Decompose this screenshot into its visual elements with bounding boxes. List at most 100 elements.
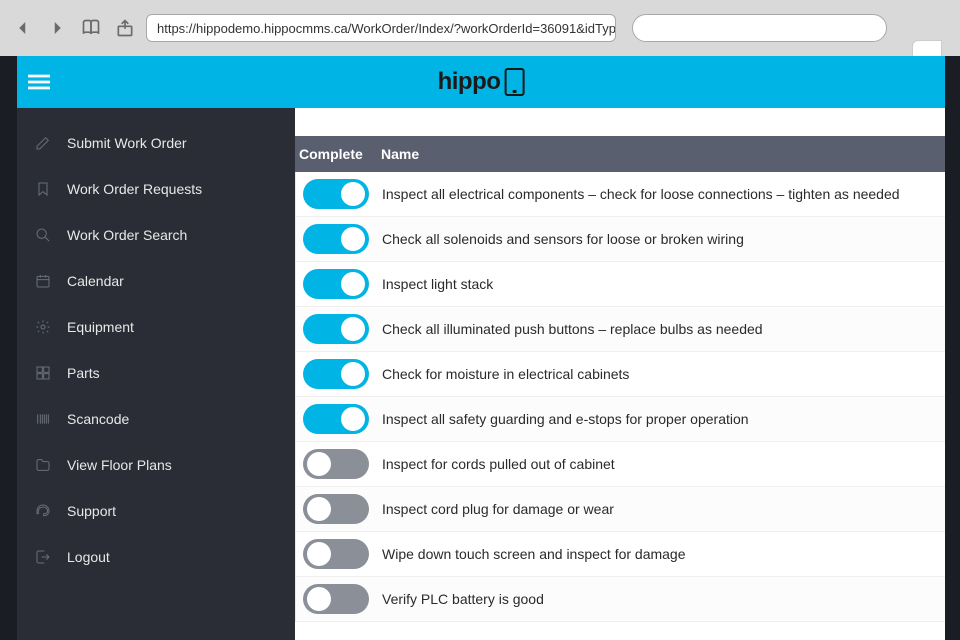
complete-toggle[interactable] [303, 404, 369, 434]
toggle-cell [296, 269, 376, 299]
logout-icon [33, 547, 53, 567]
complete-toggle[interactable] [303, 494, 369, 524]
hamburger-menu-button[interactable] [17, 56, 61, 108]
brand-logo: hippo [438, 68, 525, 96]
task-name: Inspect cord plug for damage or wear [376, 501, 945, 517]
brand-dot-icon [468, 64, 474, 70]
app-header: hippo [17, 56, 945, 108]
sidebar-item-search[interactable]: Work Order Search [17, 212, 295, 258]
toggle-cell [296, 314, 376, 344]
toggle-knob-icon [307, 542, 331, 566]
complete-toggle[interactable] [303, 539, 369, 569]
toggle-cell [296, 404, 376, 434]
column-header-name: Name [375, 146, 945, 162]
toggle-knob-icon [341, 227, 365, 251]
task-table: Complete Name Inspect all electrical com… [295, 136, 945, 622]
task-name: Check all solenoids and sensors for loos… [376, 231, 945, 247]
sidebar-item-gear[interactable]: Equipment [17, 304, 295, 350]
sidebar-item-label: Calendar [67, 273, 124, 289]
complete-toggle[interactable] [303, 359, 369, 389]
toggle-knob-icon [307, 587, 331, 611]
toggle-cell [296, 179, 376, 209]
table-header-row: Complete Name [295, 136, 945, 172]
sidebar-item-bookmark[interactable]: Work Order Requests [17, 166, 295, 212]
gear-icon [33, 317, 53, 337]
complete-toggle[interactable] [303, 449, 369, 479]
browser-toolbar: https://hippodemo.hippocmms.ca/WorkOrder… [0, 0, 960, 56]
toggle-knob-icon [341, 362, 365, 386]
complete-toggle[interactable] [303, 584, 369, 614]
table-row: Inspect cord plug for damage or wear [296, 487, 945, 532]
sidebar-item-parts[interactable]: Parts [17, 350, 295, 396]
table-row: Inspect all electrical components – chec… [296, 172, 945, 217]
table-row: Check for moisture in electrical cabinet… [296, 352, 945, 397]
toggle-knob-icon [341, 182, 365, 206]
toggle-cell [296, 224, 376, 254]
sidebar-item-folder[interactable]: View Floor Plans [17, 442, 295, 488]
table-row: Check all solenoids and sensors for loos… [296, 217, 945, 262]
table-row: Inspect light stack [296, 262, 945, 307]
toggle-cell [296, 449, 376, 479]
calendar-icon [33, 271, 53, 291]
complete-toggle[interactable] [303, 179, 369, 209]
url-text: https://hippodemo.hippocmms.ca/WorkOrder… [157, 21, 616, 36]
sidebar: Submit Work Order Work Order Requests Work… [17, 108, 295, 640]
toggle-knob-icon [341, 317, 365, 341]
column-header-complete: Complete [295, 146, 375, 162]
sidebar-item-label: Support [67, 503, 116, 519]
toggle-knob-icon [307, 452, 331, 476]
task-name: Check for moisture in electrical cabinet… [376, 366, 945, 382]
complete-toggle[interactable] [303, 224, 369, 254]
sidebar-item-barcode[interactable]: Scancode [17, 396, 295, 442]
table-row: Verify PLC battery is good [296, 577, 945, 622]
toggle-knob-icon [341, 272, 365, 296]
search-icon [33, 225, 53, 245]
brand-device-icon [504, 68, 524, 96]
table-row: Wipe down touch screen and inspect for d… [296, 532, 945, 577]
toggle-cell [296, 584, 376, 614]
sidebar-item-calendar[interactable]: Calendar [17, 258, 295, 304]
sidebar-item-label: Work Order Search [67, 227, 187, 243]
task-name: Inspect light stack [376, 276, 945, 292]
main-content: Complete Name Inspect all electrical com… [295, 108, 945, 640]
parts-icon [33, 363, 53, 383]
sidebar-item-label: Work Order Requests [67, 181, 202, 197]
sidebar-item-label: View Floor Plans [67, 457, 172, 473]
brand-name: hippo [438, 68, 501, 95]
sidebar-item-label: Logout [67, 549, 110, 565]
nav-back-icon[interactable] [10, 15, 36, 41]
toggle-knob-icon [307, 497, 331, 521]
support-icon [33, 501, 53, 521]
bookmark-icon [33, 179, 53, 199]
url-bar[interactable]: https://hippodemo.hippocmms.ca/WorkOrder… [146, 14, 616, 42]
share-icon[interactable] [112, 15, 138, 41]
sidebar-item-pencil[interactable]: Submit Work Order [17, 120, 295, 166]
sidebar-item-label: Submit Work Order [67, 135, 187, 151]
sidebar-item-label: Scancode [67, 411, 129, 427]
sidebar-item-label: Parts [67, 365, 100, 381]
bookmarks-icon[interactable] [78, 15, 104, 41]
nav-forward-icon[interactable] [44, 15, 70, 41]
toggle-knob-icon [341, 407, 365, 431]
browser-search-input[interactable] [632, 14, 887, 42]
barcode-icon [33, 409, 53, 429]
complete-toggle[interactable] [303, 269, 369, 299]
sidebar-item-logout[interactable]: Logout [17, 534, 295, 580]
task-name: Wipe down touch screen and inspect for d… [376, 546, 945, 562]
sidebar-item-support[interactable]: Support [17, 488, 295, 534]
toggle-cell [296, 539, 376, 569]
task-name: Check all illuminated push buttons – rep… [376, 321, 945, 337]
task-name: Verify PLC battery is good [376, 591, 945, 607]
task-name: Inspect for cords pulled out of cabinet [376, 456, 945, 472]
task-name: Inspect all safety guarding and e-stops … [376, 411, 945, 427]
table-row: Inspect for cords pulled out of cabinet [296, 442, 945, 487]
sidebar-item-label: Equipment [67, 319, 134, 335]
complete-toggle[interactable] [303, 314, 369, 344]
table-row: Check all illuminated push buttons – rep… [296, 307, 945, 352]
pencil-icon [33, 133, 53, 153]
task-name: Inspect all electrical components – chec… [376, 186, 945, 202]
table-row: Inspect all safety guarding and e-stops … [296, 397, 945, 442]
toggle-cell [296, 359, 376, 389]
folder-icon [33, 455, 53, 475]
toggle-cell [296, 494, 376, 524]
